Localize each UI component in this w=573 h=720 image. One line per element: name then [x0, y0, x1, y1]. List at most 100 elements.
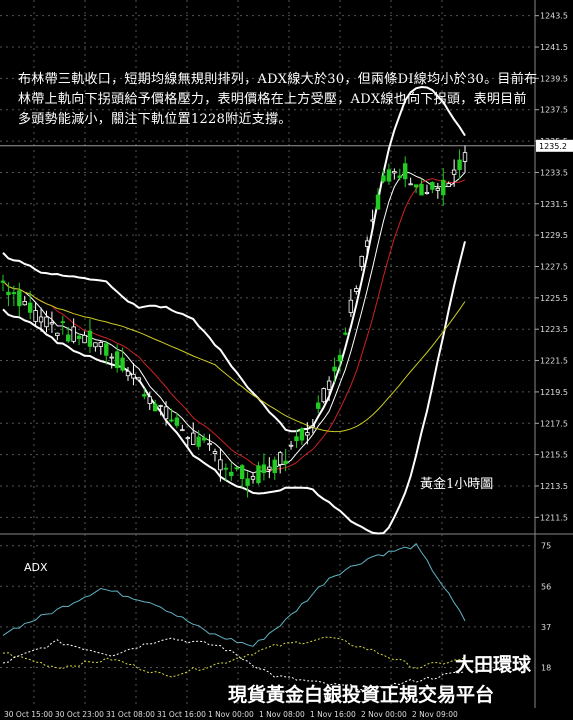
candle-body [354, 288, 359, 292]
candle-body [196, 436, 201, 447]
candle-body [239, 465, 245, 480]
candle-body [446, 183, 451, 187]
candle-body [272, 459, 277, 474]
price-tick-label: 1229.5 [540, 231, 568, 240]
candle-body [27, 302, 33, 313]
current-price-label: 1235.2 [539, 142, 567, 151]
candle-body [359, 255, 364, 267]
time-tick-label: 2 Nov 09:00 [412, 710, 458, 719]
candle-body [283, 460, 288, 464]
candle-body [424, 191, 430, 194]
price-tick-label: 1241.5 [540, 43, 568, 52]
candle-body [163, 406, 169, 420]
chart-screenshot: 1243.51241.51239.51237.51235.51233.51231… [0, 0, 573, 720]
candle-body [38, 316, 44, 323]
time-tick-label: 30 Oct 15:00 [4, 710, 53, 719]
candle-body [332, 366, 337, 372]
price-tick-label: 1219.5 [540, 388, 568, 397]
adx-tick-label: 75 [541, 542, 551, 551]
adx-tick-label: 56 [541, 582, 551, 591]
candle-body [131, 373, 136, 379]
time-tick-label: 31 Oct 16:00 [157, 710, 206, 719]
candle-body [169, 419, 174, 422]
candle-body [462, 152, 468, 162]
candle-body [267, 466, 272, 470]
candle-body [348, 299, 354, 313]
candle-body [451, 169, 457, 175]
candle-body [392, 171, 397, 174]
ma-mid-line [2, 178, 466, 471]
price-tick-label: 1225.5 [540, 294, 568, 303]
candle-body [457, 159, 462, 170]
candle-body [201, 437, 207, 441]
candle-body [326, 380, 332, 390]
time-tick-label: 1 Nov 08:00 [259, 710, 305, 719]
candle-body [343, 332, 348, 335]
candle-body [250, 476, 256, 480]
candle-body [60, 321, 65, 324]
candle-body [0, 280, 6, 283]
price-tick-label: 1233.5 [540, 168, 568, 177]
candle-body [98, 342, 104, 347]
candle-body [381, 175, 386, 182]
adx-tick-label: 18 [541, 664, 551, 673]
adx-line [2, 542, 466, 647]
bollinger-lower [2, 241, 466, 535]
candle-body [321, 388, 326, 403]
candle-body [120, 357, 125, 371]
candle-body [218, 459, 223, 471]
candle-body [49, 322, 55, 325]
candle-body [212, 451, 218, 454]
candle-body [207, 443, 212, 446]
bollinger-bands [2, 85, 466, 535]
candle-body [152, 403, 158, 412]
candle-body [125, 370, 131, 377]
candle-body [430, 182, 435, 190]
candle-body [277, 452, 283, 465]
candle-body [229, 471, 234, 477]
candle-body [310, 425, 316, 428]
price-tick-label: 1231.5 [540, 200, 568, 209]
moving-averages [2, 171, 466, 474]
candle-body [158, 405, 163, 407]
candle-body [82, 334, 87, 344]
candle-body [294, 436, 299, 442]
candle-body [142, 394, 147, 397]
candle-body [66, 334, 71, 342]
candle-body [245, 478, 250, 486]
candle-body [87, 330, 93, 347]
candle-body [441, 179, 446, 196]
time-tick-label: 1 Nov 16:00 [310, 710, 356, 719]
price-tick-label: 1223.5 [540, 325, 568, 334]
candle-body [174, 417, 180, 426]
candle-body [33, 310, 38, 322]
time-tick-label: 1 Nov 00:00 [208, 710, 254, 719]
candle-body [180, 429, 185, 432]
candle-body [370, 219, 375, 222]
price-tick-label: 1237.5 [540, 106, 568, 115]
price-tick-label: 1227.5 [540, 263, 568, 272]
candle-body [114, 351, 120, 369]
bollinger-upper [2, 85, 466, 433]
time-tick-label: 2 Nov 00:00 [361, 710, 407, 719]
time-axis: 30 Oct 15:00 30 Oct 23:00 31 Oct 08:00 31 O… [4, 710, 458, 719]
candle-body [419, 183, 424, 196]
candle-body [185, 437, 190, 440]
candle-body [55, 332, 60, 336]
plus-di-line [2, 636, 466, 678]
candle-body [305, 432, 310, 436]
candle-body [11, 292, 17, 295]
candle-body [403, 163, 408, 180]
analysis-note: 布林帶三軌收口，短期均線無規則排列，ADX線大於30，但兩條DI線均小於30。目… [18, 72, 538, 127]
candle-body [288, 444, 294, 447]
adx-label: ADX [24, 561, 48, 574]
candle-body [191, 432, 196, 445]
candle-body [337, 355, 343, 362]
candle-body [93, 342, 98, 348]
price-tick-label: 1217.5 [540, 419, 568, 428]
price-tick-label: 1221.5 [540, 357, 568, 366]
candle-body [435, 187, 441, 191]
candle-body [408, 183, 413, 186]
candle-body [397, 175, 402, 178]
chart-title: 黃金1小時圖 [420, 477, 494, 492]
